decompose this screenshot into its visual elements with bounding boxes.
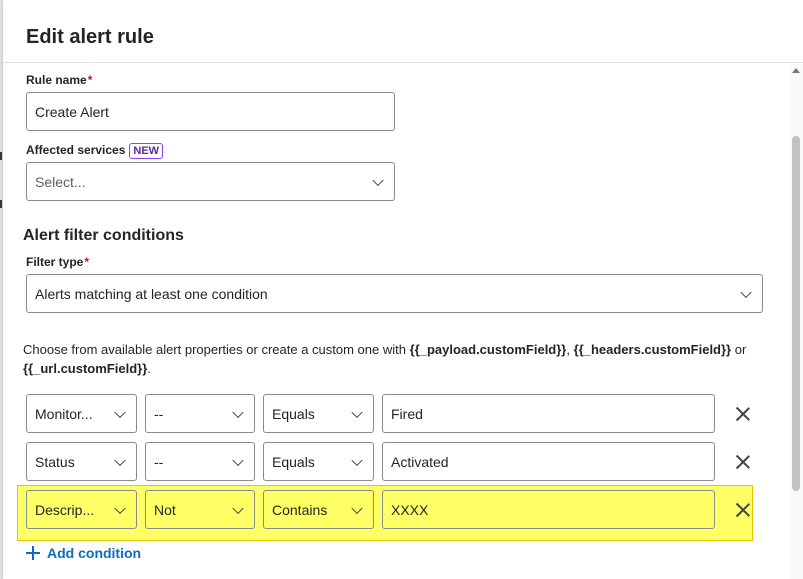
condition-property-select[interactable]: Status [26,442,137,481]
chevron-down-icon [372,174,384,186]
add-condition-button[interactable]: Add condition [26,545,141,561]
chevron-down-icon [232,406,244,418]
required-asterisk: * [87,73,93,87]
dialog-title: Edit alert rule [26,26,154,48]
remove-condition-icon[interactable] [735,502,751,518]
filter-type-label-text: Filter type [26,255,84,269]
condition-operator-value: Equals [272,453,315,470]
condition-property-select[interactable]: Descrip... [26,490,137,529]
filter-type-value: Alerts matching at least one condition [35,285,268,302]
add-condition-label: Add condition [47,545,142,561]
help-or: or [731,342,747,357]
affected-services-select[interactable]: Select... [26,162,395,201]
condition-operator-select[interactable]: Contains [263,490,374,529]
condition-value-input[interactable]: Fired [382,394,715,433]
dialog-header: Edit alert rule [3,0,803,63]
help-separator: , [566,342,574,357]
condition-operator-value: Contains [272,501,328,518]
filter-type-label: Filter type* [26,255,89,269]
condition-property-value: Status [35,453,75,470]
scrollbar-thumb[interactable] [792,136,800,491]
remove-condition-icon[interactable] [735,454,751,470]
condition-property-select[interactable]: Monitor... [26,394,137,433]
help-token-payload: {{_payload.customField}} [409,342,567,357]
remove-condition-icon[interactable] [735,406,751,422]
condition-modifier-value: -- [154,405,164,422]
affected-services-label-text: Affected services [26,143,126,158]
scroll-up-arrow-icon[interactable] [792,68,800,73]
condition-modifier-value: -- [154,453,164,470]
chevron-down-icon [114,406,126,418]
new-badge: NEW [129,143,164,159]
chevron-down-icon [232,502,244,514]
condition-property-value: Descrip... [35,501,95,518]
chevron-down-icon [232,454,244,466]
condition-value-text: Activated [391,453,449,470]
required-asterisk: * [84,255,90,269]
dialog-scrollbar[interactable] [789,64,803,579]
condition-value-input[interactable]: XXXX [382,490,715,529]
condition-modifier-select[interactable]: -- [145,442,255,481]
rule-name-label: Rule name* [26,73,92,87]
affected-services-label: Affected services NEW [26,143,164,159]
alert-filter-conditions-heading: Alert filter conditions [23,227,184,244]
affected-services-placeholder: Select... [35,173,86,190]
filter-help-text: Choose from available alert properties o… [23,340,768,378]
condition-modifier-value: Not [154,501,176,518]
chevron-down-icon [114,454,126,466]
help-token-url: {{_url.customField}} [23,361,148,376]
chevron-down-icon [740,286,752,298]
plus-icon [26,546,40,560]
help-text-prefix: Choose from available alert properties o… [23,342,410,357]
help-end: . [147,361,151,376]
condition-value-text: Fired [391,405,423,422]
chevron-down-icon [351,454,363,466]
rule-name-input[interactable]: Create Alert [26,92,395,131]
rule-name-label-text: Rule name [26,73,87,87]
condition-operator-value: Equals [272,405,315,422]
condition-modifier-select[interactable]: -- [145,394,255,433]
chevron-down-icon [114,502,126,514]
condition-operator-select[interactable]: Equals [263,442,374,481]
condition-value-text: XXXX [391,501,429,518]
condition-value-input[interactable]: Activated [382,442,715,481]
condition-modifier-select[interactable]: Not [145,490,255,529]
filter-type-select[interactable]: Alerts matching at least one condition [26,274,763,313]
condition-property-value: Monitor... [35,405,93,422]
condition-operator-select[interactable]: Equals [263,394,374,433]
chevron-down-icon [351,406,363,418]
chevron-down-icon [351,502,363,514]
help-token-headers: {{_headers.customField}} [573,342,732,357]
background-mark [0,200,2,208]
rule-name-value: Create Alert [35,103,109,120]
background-mark [0,152,2,160]
